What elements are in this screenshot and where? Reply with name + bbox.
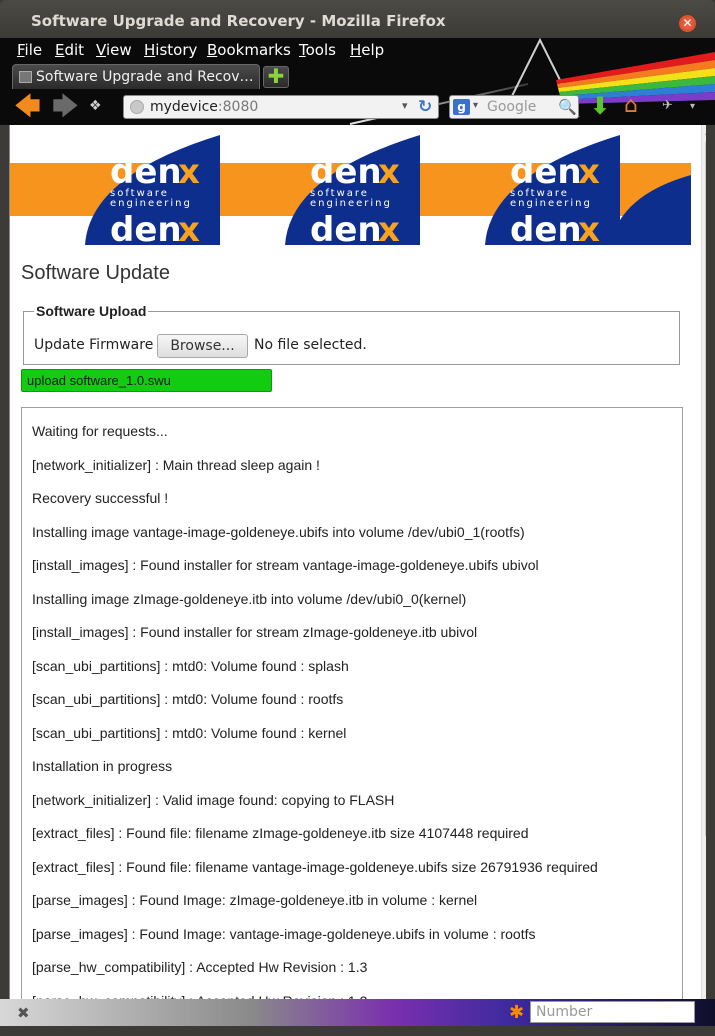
browser-chrome: File Edit View History Bookmarks Tools H… — [0, 38, 715, 125]
browse-file-button[interactable]: Browse... — [157, 334, 248, 358]
log-line: [network_initializer] : Valid image foun… — [32, 791, 395, 808]
home-icon[interactable]: ⌂ — [624, 93, 638, 118]
navigation-toolbar: 🡄 🡆 ❖ mydevice:8080 ▾ ↻ g ▾ Google 🔍 ⬇ ⌂… — [0, 89, 715, 125]
log-line: Installing image zImage-goldeneye.itb in… — [32, 590, 467, 607]
download-icon[interactable]: ⬇ — [590, 92, 610, 120]
forward-arrow-icon[interactable]: 🡆 — [52, 94, 79, 120]
svg-text:den: den — [510, 210, 582, 245]
url-history-dropdown-icon[interactable]: ▾ — [402, 99, 408, 112]
back-arrow-icon[interactable]: 🡄 — [14, 94, 41, 120]
tab-label: Software Upgrade and Recov… — [36, 69, 254, 85]
window-close-button[interactable]: ✕ — [679, 15, 696, 32]
svg-text:engineering: engineering — [110, 198, 192, 209]
log-line: [parse_images] : Found Image: zImage-gol… — [32, 892, 478, 908]
message-log[interactable]: Waiting for requests... [network_initiali… — [21, 407, 683, 999]
scrollbar-thumb[interactable]: ≡ — [705, 139, 706, 839]
upload-status-bar: upload software_1.0.swu — [21, 369, 272, 392]
tab-software-upgrade[interactable]: Software Upgrade and Recov… — [12, 64, 260, 89]
menu-file[interactable]: File — [17, 41, 42, 59]
svg-text:den: den — [310, 210, 382, 245]
menu-bookmarks[interactable]: Bookmarks — [207, 41, 291, 59]
page-viewport: den x software engineering den x den x s… — [9, 125, 706, 999]
addon-statusbar: ✖ ✱ Number — [0, 999, 715, 1036]
selected-file-text: No file selected. — [254, 337, 367, 353]
search-input[interactable]: Google — [487, 99, 536, 115]
window-title: Software Upgrade and Recovery - Mozilla … — [31, 12, 446, 30]
page-favicon-icon — [19, 71, 32, 83]
log-line: [parse_hw_compatibility] : Accepted Hw R… — [32, 959, 368, 975]
log-line: [scan_ubi_partitions] : mtd0: Volume fou… — [32, 691, 344, 707]
toolbar-overflow-icon[interactable]: ▾ — [690, 101, 695, 112]
menu-help[interactable]: Help — [350, 41, 384, 59]
url-bar[interactable]: mydevice:8080 ▾ ↻ — [123, 95, 439, 119]
software-upload-legend: Software Upload — [36, 303, 147, 319]
page-scrollbar[interactable]: ▲ ≡ — [701, 125, 706, 999]
search-bar[interactable]: g ▾ Google 🔍 — [449, 95, 579, 119]
software-upload-fieldset: Software Upload Update Firmware : Browse… — [23, 303, 680, 365]
svg-text:den: den — [110, 210, 182, 245]
log-line: Recovery successful ! — [32, 490, 169, 506]
log-line: Waiting for requests... — [32, 423, 168, 439]
menu-tools[interactable]: Tools — [299, 41, 336, 59]
page-title: Software Update — [21, 262, 170, 284]
menu-view[interactable]: View — [96, 41, 132, 59]
denx-logo-text: den — [110, 152, 182, 192]
menu-edit[interactable]: Edit — [55, 41, 84, 59]
addon-icon[interactable]: ✈ — [662, 98, 673, 113]
engine-dropdown-icon[interactable]: ▾ — [473, 100, 478, 111]
close-findbar-icon[interactable]: ✖ — [17, 1004, 30, 1022]
svg-text:x: x — [378, 152, 400, 192]
log-line: [network_initializer] : Main thread slee… — [32, 456, 320, 473]
log-line: [scan_ubi_partitions] : mtd0: Volume fou… — [32, 724, 347, 741]
svg-text:x: x — [578, 152, 600, 192]
new-tab-button[interactable]: ✚ — [263, 66, 289, 88]
google-engine-icon[interactable]: g — [453, 99, 470, 115]
log-line: Installing image vantage-image-goldeneye… — [32, 523, 525, 540]
site-identity-icon[interactable]: ❖ — [89, 98, 102, 114]
reload-icon[interactable]: ↻ — [418, 97, 432, 117]
menubar: File Edit View History Bookmarks Tools H… — [0, 38, 715, 64]
globe-icon — [130, 100, 144, 114]
scroll-up-arrow-icon[interactable]: ▲ — [705, 127, 706, 137]
svg-text:x: x — [178, 210, 200, 245]
svg-text:den: den — [510, 152, 582, 192]
svg-text:x: x — [378, 210, 400, 245]
log-line: [install_images] : Found installer for s… — [32, 557, 539, 573]
svg-text:x: x — [178, 152, 200, 192]
number-input[interactable]: Number — [530, 1001, 695, 1023]
svg-text:engineering: engineering — [510, 198, 592, 209]
svg-text:x: x — [578, 210, 600, 245]
log-line: Installation in progress — [32, 758, 173, 774]
menu-history[interactable]: History — [144, 41, 197, 59]
denx-banner: den x software engineering den x den x s… — [10, 135, 691, 245]
svg-text:den: den — [310, 152, 382, 192]
log-line: [install_images] : Found installer for s… — [32, 624, 478, 640]
svg-text:engineering: engineering — [310, 198, 392, 209]
window-titlebar: Software Upgrade and Recovery - Mozilla … — [0, 0, 715, 38]
search-icon[interactable]: 🔍 — [558, 98, 577, 116]
log-line: [scan_ubi_partitions] : mtd0: Volume fou… — [32, 657, 349, 674]
url-text[interactable]: mydevice:8080 — [150, 99, 258, 115]
log-line: [parse_images] : Found Image: vantage-im… — [32, 925, 536, 942]
asterisk-icon: ✱ — [509, 1002, 525, 1023]
log-line: [extract_files] : Found file: filename v… — [32, 858, 598, 875]
log-line: [extract_files] : Found file: filename z… — [32, 825, 529, 841]
update-firmware-label: Update Firmware : — [34, 337, 163, 353]
